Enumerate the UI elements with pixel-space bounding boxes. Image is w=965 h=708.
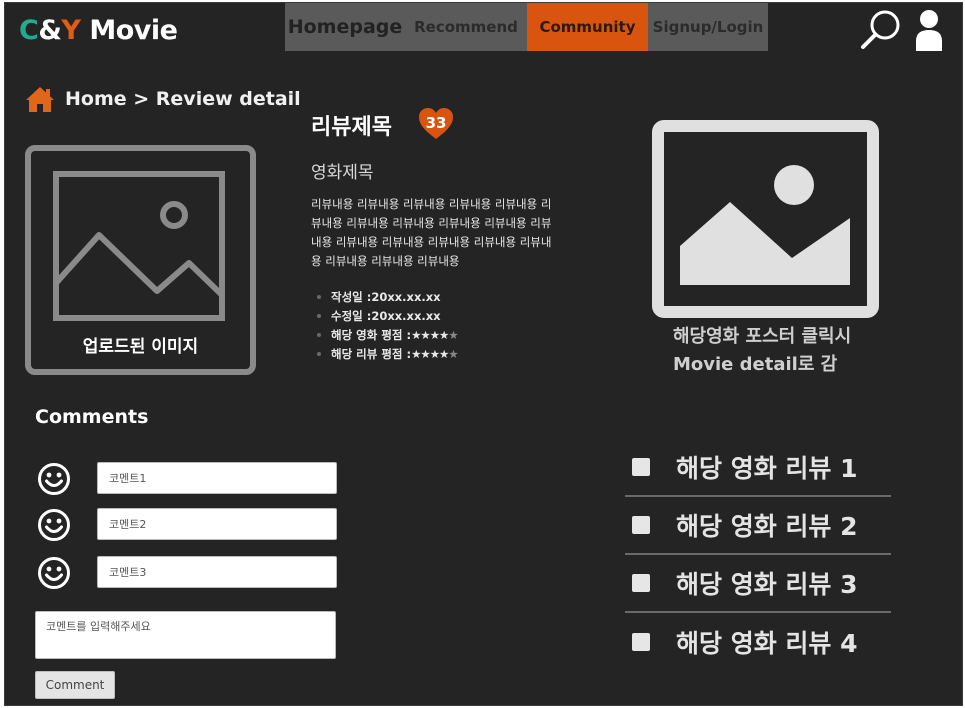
nav-homepage[interactable]: Homepage	[285, 3, 405, 51]
breadcrumb-text[interactable]: Home > Review detail	[65, 88, 301, 110]
review-meta: 작성일 : 20xx.xx.xx 수정일 : 20xx.xx.xx 해당 영화 …	[311, 287, 459, 363]
related-reviews-list: 해당 영화 리뷰 1 해당 영화 리뷰 2 해당 영화 리뷰 3 해당 영화 리…	[625, 439, 891, 671]
image-placeholder-icon	[53, 171, 225, 321]
user-icon[interactable]	[914, 9, 944, 51]
poster-caption-line1: 해당영화 포스터 클릭시	[673, 326, 852, 347]
review-rating-stars: ★★★★★	[411, 346, 459, 361]
stars-empty: ★	[448, 346, 458, 361]
related-review-item[interactable]: 해당 영화 리뷰 3	[625, 555, 891, 613]
logo-text: Movie	[80, 15, 178, 46]
meta-modified-label: 수정일 :	[331, 308, 372, 323]
review-title: 리뷰제목	[311, 115, 392, 140]
stars-filled: ★★★★	[411, 327, 449, 342]
smiley-icon	[38, 463, 70, 495]
related-review-label: 해당 영화 리뷰 3	[676, 570, 858, 599]
likes-count: 33	[425, 114, 447, 132]
movie-rating-stars: ★★★★★	[411, 327, 459, 342]
nav-signup-login[interactable]: Signup/Login	[648, 3, 768, 51]
bullet-square-icon	[632, 516, 650, 534]
comment-submit-button[interactable]: Comment	[35, 671, 115, 699]
meta-review-rating: 해당 리뷰 평점 : ★★★★★	[311, 344, 459, 363]
nav-community[interactable]: Community	[527, 3, 648, 51]
comment-item: 코멘트2	[37, 508, 347, 542]
poster-caption: 해당영화 포스터 클릭시 Movie detail로 감	[673, 323, 851, 379]
comment-text: 코멘트3	[97, 556, 337, 588]
related-review-item[interactable]: 해당 영화 리뷰 4	[625, 613, 891, 671]
bullet-square-icon	[632, 458, 650, 476]
likes-badge[interactable]: 33	[418, 107, 454, 141]
site-logo[interactable]: C&Y Movie	[19, 15, 178, 46]
comment-item: 코멘트3	[37, 556, 347, 590]
uploaded-image-label: 업로드된 이미지	[82, 337, 199, 357]
related-review-item[interactable]: 해당 영화 리뷰 2	[625, 497, 891, 555]
meta-modified-value: 20xx.xx.xx	[371, 308, 441, 323]
smiley-icon	[38, 509, 70, 541]
meta-created: 작성일 : 20xx.xx.xx	[311, 287, 458, 306]
meta-movie-rating-label: 해당 영화 평점 :	[331, 327, 412, 342]
comments-title: Comments	[35, 406, 149, 428]
uploaded-image[interactable]: 업로드된 이미지	[25, 145, 256, 375]
comment-item: 코멘트1	[37, 462, 347, 496]
main-nav: Homepage Recommend Community Signup/Logi…	[285, 3, 768, 51]
meta-modified: 수정일 : 20xx.xx.xx	[311, 306, 458, 325]
comment-text: 코멘트1	[97, 462, 337, 494]
page-frame: C&Y Movie Homepage Recommend Community S…	[4, 2, 963, 706]
movie-title: 영화제목	[311, 163, 374, 183]
search-icon[interactable]	[860, 9, 902, 51]
comment-text: 코멘트2	[97, 508, 337, 540]
related-review-label: 해당 영화 리뷰 2	[676, 512, 858, 541]
stars-empty: ★	[448, 327, 458, 342]
breadcrumb: Home > Review detail	[25, 85, 301, 113]
nav-recommend[interactable]: Recommend	[405, 3, 527, 51]
meta-created-value: 20xx.xx.xx	[371, 289, 441, 304]
poster-image-icon	[680, 165, 850, 285]
related-review-label: 해당 영화 리뷰 4	[676, 629, 858, 658]
related-review-label: 해당 영화 리뷰 1	[676, 454, 858, 483]
logo-ampersand: &	[38, 15, 62, 46]
meta-review-rating-label: 해당 리뷰 평점 :	[331, 346, 412, 361]
meta-created-label: 작성일 :	[331, 289, 372, 304]
stars-filled: ★★★★	[411, 346, 449, 361]
logo-letter-y: Y	[61, 15, 81, 46]
poster-caption-line2: Movie detail로 감	[673, 354, 838, 375]
meta-movie-rating: 해당 영화 평점 : ★★★★★	[311, 325, 459, 344]
logo-letter-c: C	[19, 15, 39, 46]
review-body: 리뷰내용 리뷰내용 리뷰내용 리뷰내용 리뷰내용 리뷰내용 리뷰내용 리뷰내용 …	[311, 197, 552, 268]
bullet-square-icon	[632, 574, 650, 592]
home-icon[interactable]	[25, 85, 55, 113]
related-review-item[interactable]: 해당 영화 리뷰 1	[625, 439, 891, 497]
comment-input[interactable]	[35, 611, 336, 659]
movie-poster[interactable]	[652, 120, 879, 318]
smiley-icon	[38, 557, 70, 589]
bullet-square-icon	[632, 633, 650, 651]
